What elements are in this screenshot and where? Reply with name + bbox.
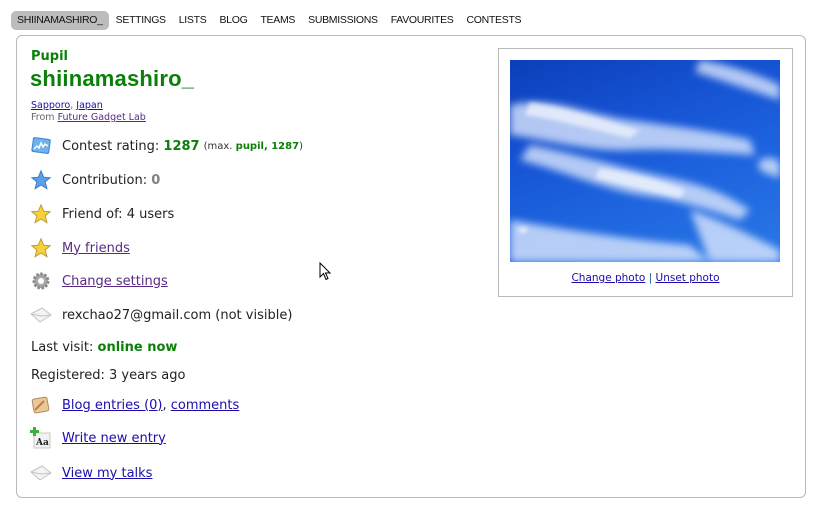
comments-link[interactable]: comments — [171, 398, 240, 413]
user-location: Sapporo, Japan From Future Gadget Lab — [31, 100, 146, 124]
gold-star-icon — [30, 203, 52, 225]
write-entry-icon: Aa — [30, 427, 52, 449]
mouse-cursor-icon — [319, 261, 333, 286]
blue-star-icon — [30, 169, 52, 191]
change-settings-link[interactable]: Change settings — [62, 274, 168, 289]
gold-star-icon — [30, 237, 52, 259]
photo-actions: Change photo | Unset photo — [499, 272, 792, 284]
write-entry-link[interactable]: Write new entry — [62, 431, 166, 446]
blog-entries-link[interactable]: Blog entries (0) — [62, 398, 162, 413]
talks-row: View my talks — [30, 462, 152, 484]
user-handle: shiinamashiro_ — [30, 66, 195, 91]
tab-profile[interactable]: SHIINAMASHIRO_ — [11, 11, 109, 30]
max-rating: (max. pupil, 1287) — [204, 141, 303, 152]
tab-lists[interactable]: LISTS — [173, 11, 213, 30]
blog-row: Blog entries (0), comments — [30, 394, 239, 416]
sky-clouds-image — [510, 60, 780, 262]
rating-graph-icon — [30, 135, 52, 157]
comma: , — [162, 397, 171, 413]
friend-of-row: Friend of: 4 users — [30, 203, 174, 225]
write-entry-row: Aa Write new entry — [30, 427, 166, 449]
contest-rating-row: Contest rating: 1287 (max. pupil, 1287) — [30, 135, 303, 157]
profile-nav-tabs: SHIINAMASHIRO_ SETTINGS LISTS BLOG TEAMS… — [11, 11, 528, 30]
profile-panel: Pupil shiinamashiro_ Sapporo, Japan From… — [16, 35, 806, 498]
email-row: rexchao27@gmail.com (not visible) — [30, 304, 292, 326]
max-rank: pupil, 1287 — [235, 140, 300, 152]
user-rank: Pupil — [31, 49, 69, 64]
envelope-icon — [30, 462, 52, 484]
rating-label: Contest rating: — [62, 138, 160, 154]
tab-teams[interactable]: TEAMS — [254, 11, 301, 30]
last-visit-value: online now — [97, 340, 178, 355]
change-photo-link[interactable]: Change photo — [571, 272, 645, 284]
registered: Registered: 3 years ago — [31, 368, 186, 383]
notepad-icon — [30, 394, 52, 416]
my-friends-row: My friends — [30, 237, 130, 259]
user-photo — [510, 60, 780, 262]
rating-value: 1287 — [163, 138, 200, 154]
country-link[interactable]: Japan — [76, 100, 103, 111]
tab-favourites[interactable]: FAVOURITES — [385, 11, 460, 30]
organization-link[interactable]: Future Gadget Lab — [58, 112, 146, 123]
last-visit: Last visit: online now — [31, 340, 177, 355]
city-link[interactable]: Sapporo — [31, 100, 70, 111]
gear-icon — [30, 270, 52, 292]
unset-photo-link[interactable]: Unset photo — [656, 272, 720, 284]
max-prefix: (max. — [203, 140, 233, 152]
max-suffix: ) — [299, 140, 303, 152]
envelope-icon — [30, 304, 52, 326]
my-friends-link[interactable]: My friends — [62, 241, 130, 256]
email-text: rexchao27@gmail.com (not visible) — [62, 307, 293, 323]
contribution-value: 0 — [151, 172, 161, 188]
svg-text:Aa: Aa — [35, 438, 49, 448]
tab-blog[interactable]: BLOG — [213, 11, 253, 30]
tab-submissions[interactable]: SUBMISSIONS — [302, 11, 384, 30]
separator: | — [648, 272, 653, 284]
tab-settings[interactable]: SETTINGS — [110, 11, 172, 30]
friend-of-text: Friend of: 4 users — [62, 206, 175, 222]
tab-contests[interactable]: CONTESTS — [460, 11, 527, 30]
user-photo-box: Change photo | Unset photo — [498, 48, 793, 297]
contribution-label: Contribution: — [62, 172, 148, 188]
last-visit-label: Last visit: — [31, 340, 94, 355]
contribution-row: Contribution: 0 — [30, 169, 160, 191]
from-label: From — [31, 112, 55, 123]
view-talks-link[interactable]: View my talks — [62, 466, 152, 481]
change-settings-row: Change settings — [30, 270, 168, 292]
